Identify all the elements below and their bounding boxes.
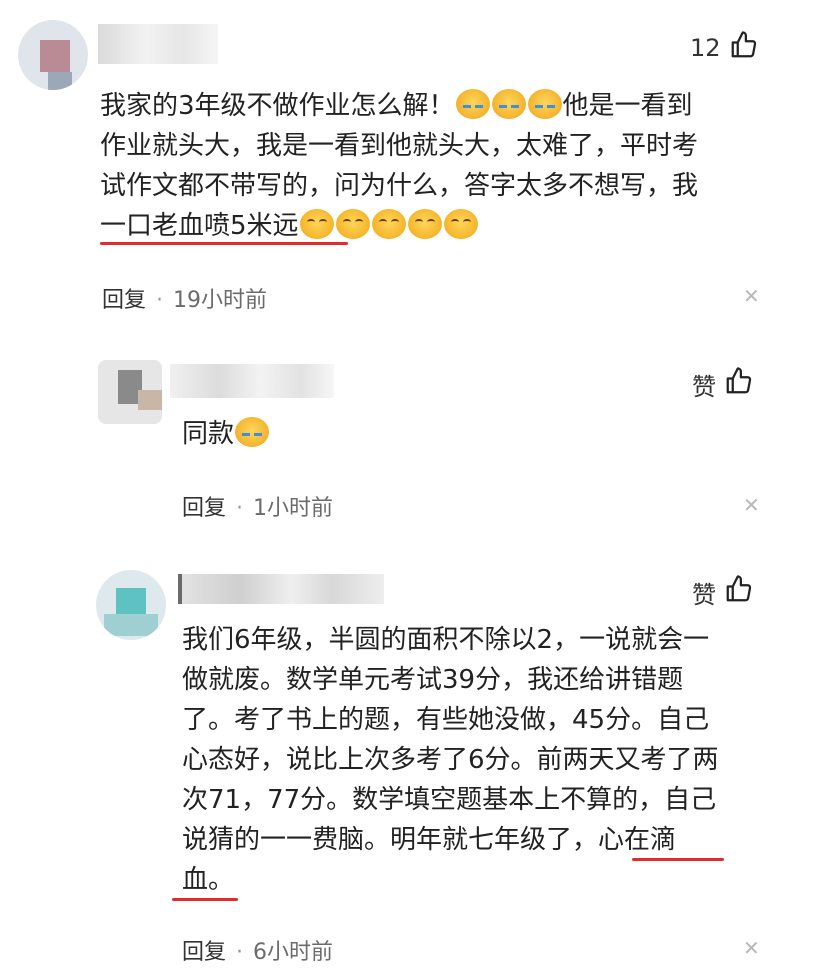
reply-meta: 回复 · 1小时前 — [182, 490, 333, 522]
highlight-underline — [172, 898, 238, 901]
reply-text: 心态好，说比上次多考了6分。前两天又考了两 — [182, 745, 719, 775]
timestamp: 6小时前 — [253, 940, 334, 965]
comment-text: 一口老血喷5米远 — [100, 211, 299, 241]
highlight-underline — [632, 858, 724, 861]
thumbs-up-icon — [724, 366, 754, 402]
close-icon[interactable]: ✕ — [743, 493, 760, 517]
comment-text: 试作文都不带写的，问为什么，答字太多不想写，我 — [100, 171, 699, 201]
reply-text: 说猜的一一费脑。明年就七年级了，心在滴 — [182, 825, 677, 855]
like-button[interactable]: 赞 — [692, 366, 754, 402]
reply-body: 我们6年级，半圆的面积不除以2，一说就会一 做就废。数学单元考试39分，我还给讲… — [182, 620, 802, 910]
reply-text: 做就废。数学单元考试39分，我还给讲错题 — [182, 665, 684, 695]
reply-text: 我们6年级，半圆的面积不除以2，一说就会一 — [182, 625, 710, 655]
like-button[interactable]: 赞 — [692, 574, 754, 610]
reply-text: 次71，77分。数学填空题基本上不算的，自己 — [182, 785, 717, 815]
comment-text: 我家的3年级不做作业怎么解！ — [100, 91, 455, 121]
username-blurred[interactable] — [98, 24, 218, 64]
tears-of-joy-emoji-icon — [407, 209, 442, 239]
timestamp: 1小时前 — [253, 496, 334, 521]
like-count: 12 — [690, 34, 721, 62]
separator-dot: · — [156, 288, 164, 313]
like-label: 赞 — [692, 372, 716, 401]
loudly-crying-emoji-icon — [455, 89, 490, 119]
thumbs-up-icon — [724, 574, 754, 610]
avatar[interactable] — [18, 20, 88, 90]
comment-text: 作业就头大，我是一看到他就头大，太难了，平时考 — [100, 131, 699, 161]
timestamp: 19小时前 — [173, 288, 268, 313]
tears-of-joy-emoji-icon — [299, 209, 334, 239]
separator-dot: · — [236, 496, 244, 521]
reply-text: 同款 — [182, 419, 235, 449]
like-button[interactable]: 12 — [690, 30, 759, 66]
loudly-crying-emoji-icon — [491, 89, 526, 119]
username-blurred[interactable] — [178, 574, 384, 604]
like-label: 赞 — [692, 580, 716, 609]
tears-of-joy-emoji-icon — [443, 209, 478, 239]
reply-button[interactable]: 回复 — [182, 940, 226, 965]
separator-dot: · — [236, 940, 244, 965]
reply-text: 了。考了书上的题，有些她没做，45分。自己 — [182, 705, 710, 735]
comment-text: 他是一看到 — [562, 91, 693, 121]
comment-body: 我家的3年级不做作业怎么解！ 他是一看到 作业就头大，我是一看到他就头大，太难了，… — [100, 86, 800, 256]
highlight-underline — [100, 242, 348, 245]
reply-button[interactable]: 回复 — [102, 288, 146, 313]
thumbs-up-icon — [729, 30, 759, 66]
reply-body: 同款 — [182, 414, 482, 458]
close-icon[interactable]: ✕ — [743, 284, 760, 308]
reply-meta: 回复 · 6小时前 — [182, 934, 333, 966]
tears-of-joy-emoji-icon — [371, 209, 406, 239]
reply-button[interactable]: 回复 — [182, 496, 226, 521]
close-icon[interactable]: ✕ — [743, 936, 760, 960]
username-blurred[interactable] — [170, 364, 334, 398]
reply-text: 血。 — [182, 865, 235, 895]
avatar[interactable] — [96, 570, 166, 640]
avatar[interactable] — [98, 360, 162, 424]
tears-of-joy-emoji-icon — [335, 209, 370, 239]
loudly-crying-emoji-icon — [527, 89, 562, 119]
comment-meta: 回复 · 19小时前 — [102, 282, 267, 314]
loudly-crying-emoji-icon — [235, 417, 270, 447]
